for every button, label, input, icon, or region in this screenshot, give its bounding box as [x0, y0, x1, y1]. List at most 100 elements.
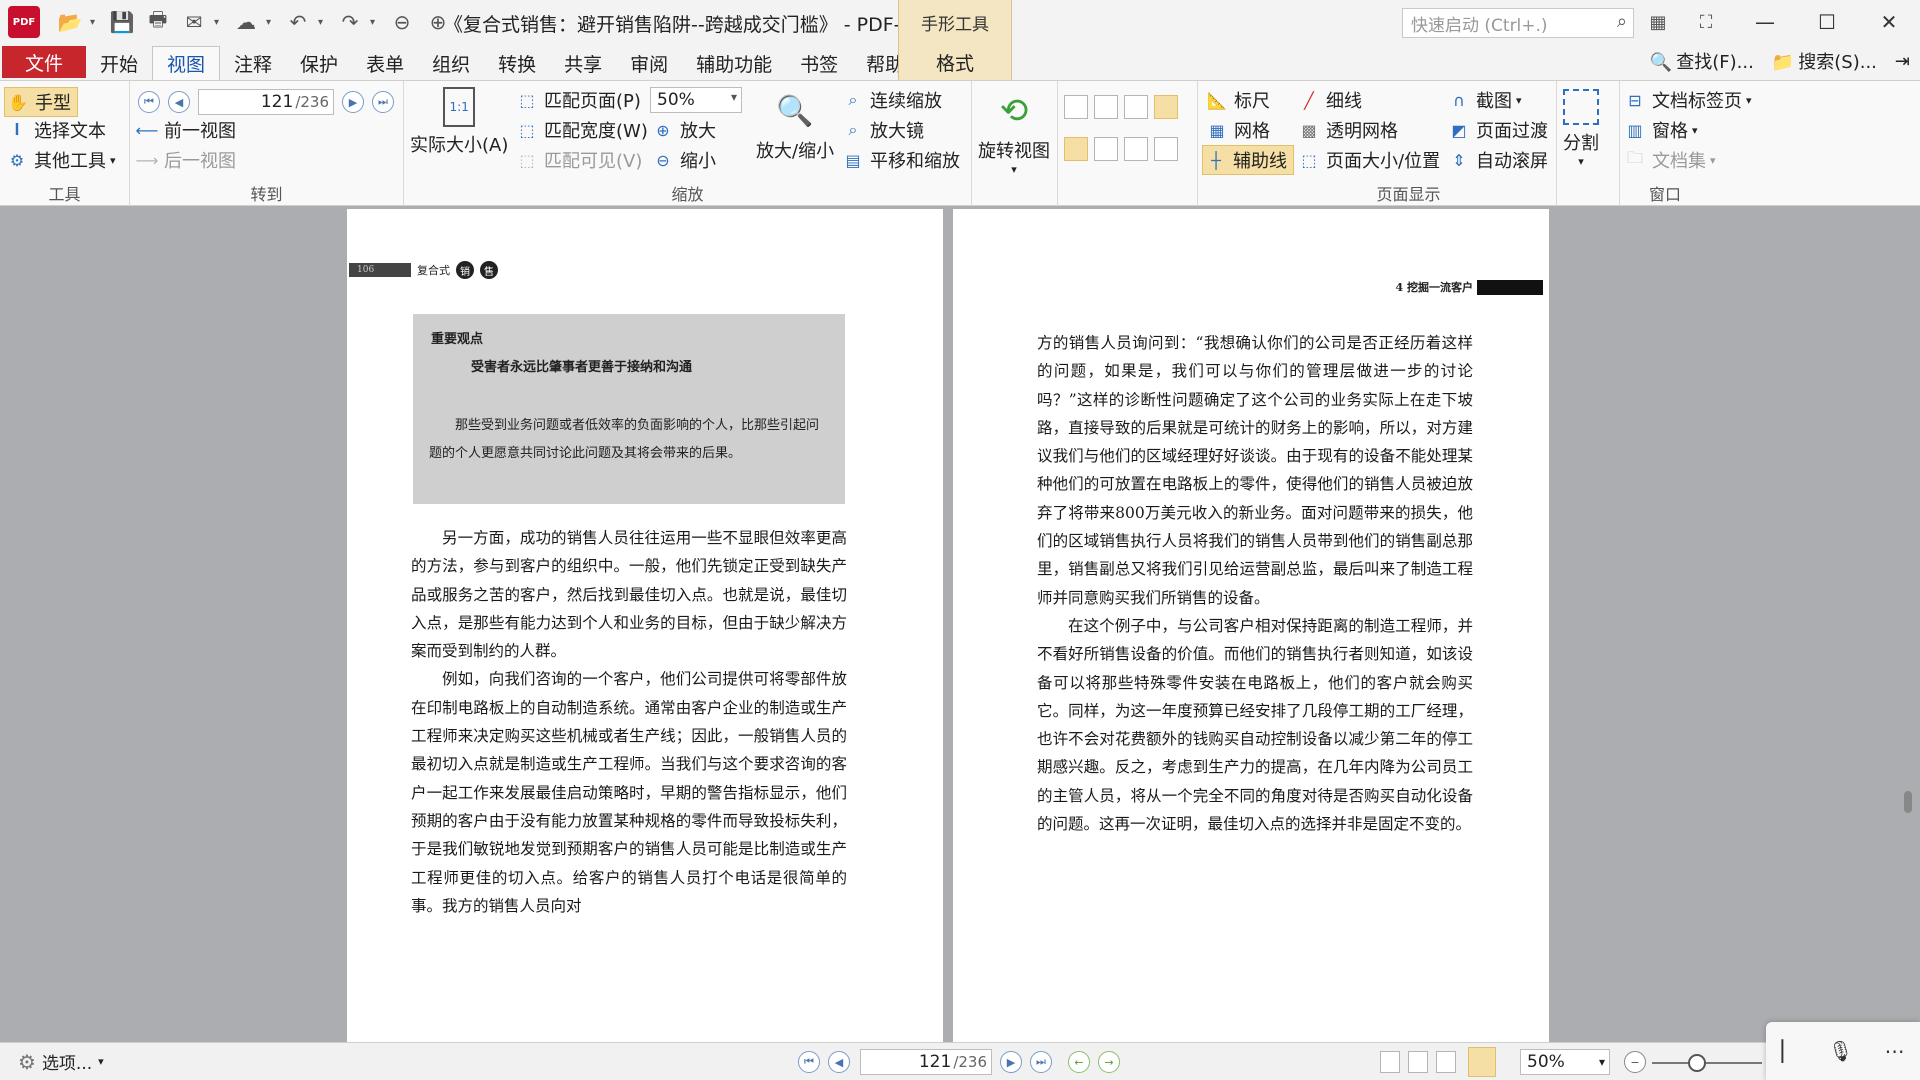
tab-protect[interactable]: 保护 — [286, 46, 352, 80]
next-view-button[interactable]: ⟶ 后一视图 — [136, 147, 236, 173]
facing-page-icon[interactable] — [1124, 95, 1148, 119]
sb-facing-icon[interactable] — [1436, 1051, 1456, 1073]
zoom-in-button[interactable]: ⊕ 放大 — [652, 117, 716, 143]
redo-icon[interactable]: ↷ — [334, 6, 366, 38]
tab-comment[interactable]: 注释 — [220, 46, 286, 80]
email-icon[interactable]: ✉ — [178, 6, 210, 38]
continuous-facing-icon[interactable] — [1154, 95, 1178, 119]
hand-tool-button[interactable]: ✋ 手型 — [4, 87, 78, 117]
split-button[interactable]: 分割 ▾ — [1563, 89, 1599, 168]
single-page-icon[interactable] — [1064, 95, 1088, 119]
page-layout-4-icon[interactable] — [1154, 137, 1178, 161]
sb-page-number-input[interactable]: 121/236 — [860, 1049, 992, 1075]
tab-organize[interactable]: 组织 — [418, 46, 484, 80]
guides-button[interactable]: ┼ 辅助线 — [1202, 145, 1294, 175]
pin-ribbon-icon[interactable]: ⇥ — [1895, 51, 1910, 72]
grid-button[interactable]: ▦ 网格 — [1206, 117, 1270, 143]
actual-size-button[interactable]: 1:1 实际大小(A) — [410, 87, 508, 157]
magnifier-button[interactable]: ⌕ 放大镜 — [842, 117, 924, 143]
sb-continuous-facing-icon[interactable] — [1468, 1047, 1496, 1077]
sb-continuous-icon[interactable] — [1408, 1051, 1428, 1073]
microphone-icon[interactable]: 🎙 — [1828, 1039, 1853, 1063]
select-text-button[interactable]: 𝐈 选择文本 — [6, 117, 106, 143]
cloud-dropdown-icon[interactable]: ▾ — [266, 17, 278, 28]
tab-home[interactable]: 开始 — [86, 46, 152, 80]
last-page-icon[interactable]: ⏭ — [372, 91, 394, 113]
keyboard-caret-icon[interactable]: ▏ — [1782, 1039, 1797, 1063]
other-tools-button[interactable]: ⚙ 其他工具 ▾ — [6, 147, 116, 173]
maximize-button[interactable]: ☐ — [1796, 0, 1858, 44]
fit-visible-button[interactable]: ⬚ 匹配可见(V) — [516, 147, 642, 173]
app-logo-icon[interactable]: PDF — [8, 6, 40, 38]
sb-prev-view-icon[interactable]: ← — [1068, 1051, 1090, 1073]
prev-view-button[interactable]: ⟵ 前一视图 — [136, 117, 236, 143]
find-button[interactable]: 🔍 查找(F)... — [1650, 48, 1754, 74]
back-icon[interactable]: ⊖ — [386, 6, 418, 38]
document-viewport[interactable]: 106 复合式 销 售 重要观点 受害者永远比肇事者更善于接纳和沟通 那些受到业… — [0, 206, 1920, 1042]
sb-prev-page-icon[interactable]: ◀ — [828, 1051, 850, 1073]
options-button[interactable]: ⚙ 选项... ▾ — [18, 1049, 104, 1075]
page-number-input[interactable]: 121/236 — [198, 89, 334, 115]
tab-share[interactable]: 共享 — [550, 46, 616, 80]
undo-dropdown-icon[interactable]: ▾ — [318, 17, 330, 28]
more-icon[interactable]: ⋯ — [1884, 1039, 1904, 1063]
zoom-out-button[interactable]: ⊖ 缩小 — [652, 147, 716, 173]
zoom-inout-button[interactable]: 🔍 放大/缩小 — [756, 89, 834, 163]
panes-button[interactable]: ▥ 窗格 ▾ — [1624, 117, 1697, 143]
close-button[interactable]: ✕ — [1858, 0, 1920, 44]
search-button[interactable]: 📁 搜索(S)... — [1772, 48, 1877, 74]
tab-view[interactable]: 视图 — [152, 46, 221, 80]
separate-cover-icon[interactable] — [1064, 137, 1088, 161]
page-transition-button[interactable]: ◩ 页面过渡 — [1448, 117, 1548, 143]
pdf-page-right[interactable]: 4 挖掘一流客户 方的销售人员询问到：“我想确认你们的公司是否正经历着这样的问题… — [953, 209, 1549, 1042]
prev-page-icon[interactable]: ◀ — [168, 91, 190, 113]
print-icon[interactable]: 🖶 — [142, 6, 174, 38]
fit-page-button[interactable]: ⬚ 匹配页面(P) — [516, 87, 640, 113]
transparent-grid-button[interactable]: ▩ 透明网格 — [1298, 117, 1398, 143]
zoom-slider-track[interactable] — [1652, 1062, 1762, 1064]
open-dropdown-icon[interactable]: ▾ — [90, 17, 102, 28]
sb-zoom-select[interactable]: 50% ▾ — [1520, 1049, 1610, 1075]
tab-format[interactable]: 格式 — [898, 44, 1012, 80]
sb-next-page-icon[interactable]: ▶ — [1000, 1051, 1022, 1073]
sb-next-view-icon[interactable]: → — [1098, 1051, 1120, 1073]
continuous-page-icon[interactable] — [1094, 95, 1118, 119]
zoom-select[interactable]: 50% ▾ — [650, 87, 742, 113]
skin-icon[interactable]: ▦ — [1642, 6, 1674, 38]
doc-set-button[interactable]: 🗀 文档集 ▾ — [1624, 147, 1716, 173]
tab-form[interactable]: 表单 — [352, 46, 418, 80]
pan-zoom-button[interactable]: ▤ 平移和缩放 — [842, 147, 960, 173]
save-icon[interactable]: 💾 — [106, 6, 138, 38]
page-layout-2-icon[interactable] — [1094, 137, 1118, 161]
search-icon[interactable]: ⌕ — [1617, 11, 1627, 32]
open-folder-icon[interactable]: 📂 — [54, 6, 86, 38]
sb-last-page-icon[interactable]: ⏭ — [1030, 1051, 1052, 1073]
ruler-button[interactable]: 📐 标尺 — [1206, 87, 1270, 113]
undo-icon[interactable]: ↶ — [282, 6, 314, 38]
page-layout-3-icon[interactable] — [1124, 137, 1148, 161]
page-size-button[interactable]: ⬚ 页面大小/位置 — [1298, 147, 1440, 173]
redo-dropdown-icon[interactable]: ▾ — [370, 17, 382, 28]
file-tab[interactable]: 文件 — [2, 46, 86, 78]
cloud-icon[interactable]: ☁ — [230, 6, 262, 38]
sb-first-page-icon[interactable]: ⏮ — [798, 1051, 820, 1073]
tab-bookmark[interactable]: 书签 — [786, 46, 852, 80]
tab-review[interactable]: 审阅 — [616, 46, 682, 80]
continuous-zoom-button[interactable]: ⌕ 连续缩放 — [842, 87, 942, 113]
lineweight-button[interactable]: ╱ 细线 — [1298, 87, 1362, 113]
fullscreen-icon[interactable]: ⛶ — [1690, 6, 1722, 38]
pdf-page-left[interactable]: 106 复合式 销 售 重要观点 受害者永远比肇事者更善于接纳和沟通 那些受到业… — [347, 209, 943, 1042]
first-page-icon[interactable]: ⏮ — [138, 91, 160, 113]
snapshot-button[interactable]: ∩ 截图 ▾ — [1448, 87, 1521, 113]
email-dropdown-icon[interactable]: ▾ — [214, 17, 226, 28]
tab-convert[interactable]: 转换 — [484, 46, 550, 80]
sb-single-page-icon[interactable] — [1380, 1051, 1400, 1073]
minimize-button[interactable]: — — [1734, 0, 1796, 44]
vertical-scrollbar[interactable] — [1904, 791, 1912, 813]
tab-accessibility[interactable]: 辅助功能 — [682, 46, 786, 80]
quick-launch-input[interactable]: 快速启动 (Ctrl+.) ⌕ — [1402, 8, 1634, 38]
zoom-slider-thumb[interactable] — [1688, 1054, 1706, 1072]
auto-scroll-button[interactable]: ⇕ 自动滚屏 — [1448, 147, 1548, 173]
rotate-view-button[interactable]: ⟲ 旋转视图 ▾ — [978, 89, 1050, 176]
sb-zoom-out-icon[interactable]: − — [1624, 1051, 1646, 1073]
